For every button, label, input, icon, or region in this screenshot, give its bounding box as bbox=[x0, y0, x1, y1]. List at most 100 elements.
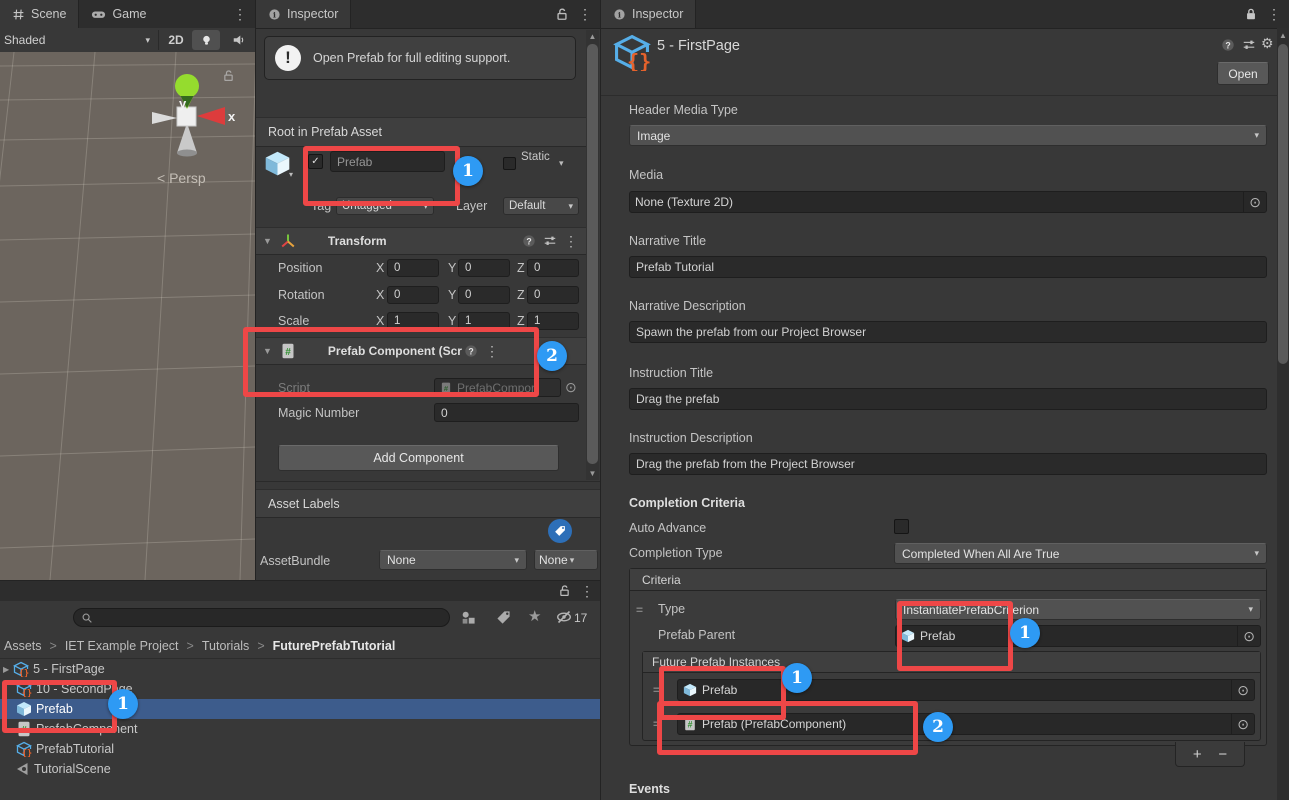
audio-toggle-button[interactable] bbox=[226, 30, 252, 50]
scale-y-field[interactable]: 1 bbox=[458, 312, 510, 330]
component-menu-icon[interactable]: ⋮ bbox=[485, 344, 499, 358]
position-z-field[interactable]: 0 bbox=[527, 259, 579, 277]
instance-object-field[interactable]: Prefab ⊙ bbox=[677, 679, 1255, 701]
2d-toggle-button[interactable]: 2D bbox=[163, 30, 189, 50]
magic-number-field[interactable]: 0 bbox=[434, 403, 579, 422]
presets-icon[interactable] bbox=[543, 234, 557, 248]
auto-advance-checkbox[interactable] bbox=[894, 519, 909, 534]
object-picker-icon[interactable]: ⊙ bbox=[565, 380, 577, 394]
gameobject-icon-chevron-icon[interactable]: ▾ bbox=[289, 170, 293, 179]
breadcrumb-tutorials[interactable]: Tutorials bbox=[202, 639, 249, 653]
list-item[interactable]: TutorialScene bbox=[0, 759, 600, 779]
prefab-parent-object-field[interactable]: Prefab ⊙ bbox=[895, 625, 1261, 647]
right-inspector-scrollbar[interactable]: ▲ bbox=[1277, 28, 1289, 800]
active-checkbox[interactable]: ✓ bbox=[308, 154, 323, 169]
assetbundle-dropdown[interactable]: None ▾ bbox=[379, 550, 527, 570]
instruction-description-input[interactable]: Drag the prefab from the Project Browser bbox=[629, 453, 1267, 475]
add-component-button[interactable]: Add Component bbox=[278, 445, 559, 471]
instance-object-field[interactable]: Prefab (PrefabComponent) ⊙ bbox=[677, 713, 1255, 735]
perspective-label[interactable]: < Persp bbox=[157, 170, 206, 186]
list-item[interactable]: ▶ 5 - FirstPage bbox=[0, 659, 600, 679]
gizmo-down-cone bbox=[177, 123, 197, 153]
transform-header[interactable]: ▼ Transform ⋮ bbox=[256, 227, 586, 255]
help-icon[interactable] bbox=[464, 344, 478, 358]
rotation-x-field[interactable]: 0 bbox=[387, 286, 439, 304]
lock-icon[interactable] bbox=[1244, 7, 1258, 21]
tab-game[interactable]: Game bbox=[79, 0, 158, 28]
add-element-button[interactable]: + bbox=[1193, 746, 1202, 763]
object-picker-icon[interactable]: ⊙ bbox=[1231, 714, 1249, 734]
right-inspector-menu-icon[interactable]: ⋮ bbox=[1267, 7, 1281, 21]
rotation-z-field[interactable]: 0 bbox=[527, 286, 579, 304]
drag-handle[interactable]: = bbox=[653, 717, 659, 731]
foldout-icon[interactable]: ▼ bbox=[263, 236, 272, 246]
scriptable-object-icon bbox=[13, 661, 29, 677]
scale-z-field[interactable]: 1 bbox=[527, 312, 579, 330]
header-divider bbox=[601, 95, 1278, 96]
static-checkbox[interactable] bbox=[503, 157, 516, 170]
project-menu-icon[interactable]: ⋮ bbox=[580, 584, 594, 598]
position-x-field[interactable]: 0 bbox=[387, 259, 439, 277]
tab-inspector-mid[interactable]: Inspector bbox=[256, 0, 351, 28]
scene-viewport[interactable]: y x < Persp bbox=[0, 52, 255, 580]
shading-mode-dropdown[interactable]: Shaded ▾ bbox=[4, 30, 154, 50]
breadcrumb-iet-example-project[interactable]: IET Example Project bbox=[65, 639, 179, 653]
position-y-field[interactable]: 0 bbox=[458, 259, 510, 277]
open-button[interactable]: Open bbox=[1217, 62, 1269, 85]
breadcrumb-assets[interactable]: Assets bbox=[4, 639, 42, 653]
foldout-icon[interactable]: ▼ bbox=[263, 346, 272, 356]
list-item-selected[interactable]: Prefab bbox=[0, 699, 600, 719]
rotation-y-field[interactable]: 0 bbox=[458, 286, 510, 304]
unlock-icon[interactable] bbox=[555, 7, 569, 21]
breadcrumb-futureprefabtutorial[interactable]: FuturePrefabTutorial bbox=[273, 639, 396, 653]
prefab-component-header[interactable]: ▼ Prefab Component (Scr ⋮ bbox=[256, 337, 586, 365]
criterion-type-dropdown[interactable]: InstantiatePrefabCriterion ▾ bbox=[895, 599, 1261, 620]
drag-handle[interactable]: = bbox=[636, 603, 642, 617]
static-dropdown-icon[interactable]: ▾ bbox=[559, 158, 564, 169]
mid-inspector-menu-icon[interactable]: ⋮ bbox=[578, 7, 592, 21]
assetbundle-variant-dropdown[interactable]: None ▾ bbox=[534, 550, 598, 570]
scene-menu-icon[interactable]: ⋮ bbox=[233, 7, 247, 21]
presets-icon[interactable] bbox=[1242, 38, 1256, 52]
layer-dropdown[interactable]: Default ▾ bbox=[503, 197, 579, 215]
right-inspector-tabbar: Inspector ⋮ bbox=[601, 0, 1289, 29]
instruction-title-input[interactable]: Drag the prefab bbox=[629, 388, 1267, 410]
remove-element-button[interactable]: − bbox=[1218, 746, 1227, 763]
gizmo-lock-icon[interactable] bbox=[222, 69, 235, 82]
narrative-description-input[interactable]: Spawn the prefab from our Project Browse… bbox=[629, 321, 1267, 343]
completion-type-dropdown[interactable]: Completed When All Are True ▾ bbox=[894, 543, 1267, 564]
lighting-toggle-button[interactable] bbox=[192, 30, 220, 50]
object-picker-icon[interactable]: ⊙ bbox=[1231, 680, 1249, 700]
gameobject-name-field[interactable]: Prefab bbox=[330, 151, 445, 172]
foldout-icon[interactable]: ▶ bbox=[3, 665, 9, 674]
filter-by-type-icon[interactable] bbox=[461, 610, 476, 625]
breadcrumb-separator: > bbox=[187, 639, 194, 653]
object-picker-icon[interactable]: ⊙ bbox=[1237, 626, 1255, 646]
mid-inspector-scrollbar[interactable]: ▲ ▼ bbox=[586, 30, 599, 480]
search-input[interactable] bbox=[73, 608, 450, 627]
drag-handle[interactable]: = bbox=[653, 683, 659, 697]
tag-dropdown[interactable]: Untagged ▾ bbox=[336, 197, 434, 215]
media-object-field[interactable]: None (Texture 2D) ⊙ bbox=[629, 191, 1267, 213]
list-item[interactable]: PrefabComponent bbox=[0, 719, 600, 739]
header-media-type-dropdown[interactable]: Image ▾ bbox=[629, 125, 1267, 146]
help-icon[interactable] bbox=[522, 234, 536, 248]
hidden-items-eye-icon[interactable] bbox=[556, 609, 572, 625]
narrative-title-input[interactable]: Prefab Tutorial bbox=[629, 256, 1267, 278]
help-icon[interactable] bbox=[1221, 38, 1235, 52]
favorites-star-icon[interactable]: ★ bbox=[528, 607, 541, 625]
component-menu-icon[interactable]: ⋮ bbox=[564, 234, 578, 248]
filter-by-label-icon[interactable] bbox=[496, 610, 511, 625]
object-picker-icon[interactable]: ⊙ bbox=[1243, 192, 1261, 212]
gear-icon[interactable]: ⚙ bbox=[1261, 35, 1274, 52]
tab-inspector-right[interactable]: Inspector bbox=[601, 0, 696, 28]
script-object-field[interactable]: PrefabCompor bbox=[434, 378, 561, 397]
unlock-icon[interactable] bbox=[558, 584, 571, 597]
project-panel: ⋮ ★ 17 Assets > IET Example Project > Tu… bbox=[0, 580, 600, 800]
list-item[interactable]: PrefabTutorial bbox=[0, 739, 600, 759]
asset-label-button[interactable] bbox=[548, 519, 572, 543]
scale-x-field[interactable]: 1 bbox=[387, 312, 439, 330]
tab-scene[interactable]: Scene bbox=[0, 0, 79, 28]
list-item[interactable]: 10 - SecondPage bbox=[0, 679, 600, 699]
gameobject-cube-icon[interactable] bbox=[264, 150, 291, 177]
